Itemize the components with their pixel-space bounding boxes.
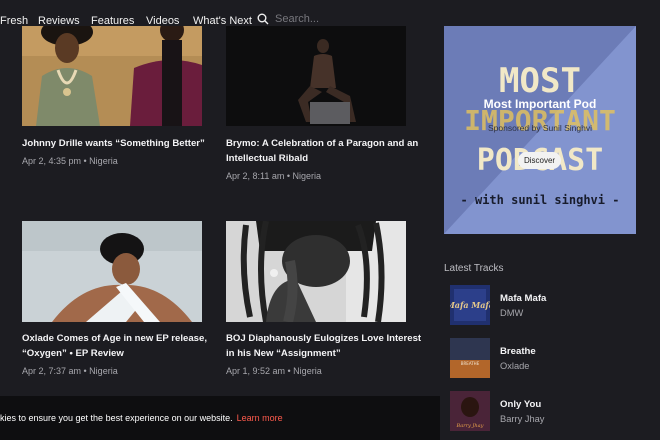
article-title-line[interactable]: BOJ Diaphanously Eulogizes Love Interest: [226, 333, 421, 344]
article-meta: Apr 2, 4:35 pm • Nigeria: [22, 156, 118, 166]
track-name[interactable]: Only You: [500, 399, 541, 410]
article-photo: [226, 26, 406, 126]
podcast-art-text: - with sunil singhvi -: [461, 193, 620, 207]
article-title-line[interactable]: in his New “Assignment”: [226, 348, 341, 359]
article-title[interactable]: Brymo: A Celebration of a Paragon and an…: [226, 136, 426, 166]
article-title-line[interactable]: Oxlade Comes of Age in new EP release,: [22, 333, 207, 344]
article-meta: Apr 2, 7:37 am • Nigeria: [22, 366, 118, 376]
article-image-brymo[interactable]: [226, 26, 406, 126]
track-artist[interactable]: Barry Jhay: [500, 414, 544, 424]
article-photo: [226, 221, 406, 322]
track-cover-art: Mafa Mafa: [450, 285, 490, 325]
track-cover-art: BREATHE: [450, 338, 490, 378]
latest-tracks-heading: Latest Tracks: [444, 263, 504, 274]
article-photo: [22, 26, 202, 126]
track-cover-mafa-mafa[interactable]: Mafa Mafa: [450, 285, 490, 325]
promo-subtitle: Sponsored by Sunil Singhvi: [488, 123, 592, 133]
search-box[interactable]: Search...: [257, 13, 319, 25]
track-name[interactable]: Breathe: [500, 346, 536, 357]
discover-button[interactable]: Discover: [518, 152, 561, 169]
track-name[interactable]: Mafa Mafa: [500, 293, 546, 304]
cover-text: Barry Jhay: [456, 423, 484, 429]
track-cover-only-you[interactable]: Barry Jhay: [450, 391, 490, 431]
article-meta: Apr 2, 8:11 am • Nigeria: [226, 171, 322, 181]
article-image-boj[interactable]: [226, 221, 406, 322]
cookie-text: kies to ensure you get the best experien…: [0, 413, 233, 423]
track-cover-breathe[interactable]: BREATHE: [450, 338, 490, 378]
article-photo: [22, 221, 202, 322]
track-cover-art: Barry Jhay: [450, 391, 490, 431]
cover-text: Mafa Mafa: [450, 300, 490, 310]
article-image-oxlade[interactable]: [22, 221, 202, 322]
article-title[interactable]: Johnny Drille wants “Something Better”: [22, 136, 212, 151]
podcast-art-text: MOST: [499, 61, 581, 101]
article-title-line[interactable]: “Oxygen” • EP Review: [22, 348, 124, 359]
search-placeholder[interactable]: Search...: [275, 13, 319, 25]
promo-title: Most Important Pod: [483, 97, 597, 111]
article-meta: Apr 1, 9:52 am • Nigeria: [226, 366, 322, 376]
track-artist[interactable]: DMW: [500, 308, 523, 318]
cover-text: BREATHE: [461, 361, 480, 366]
article-title[interactable]: BOJ Diaphanously Eulogizes Love Interest…: [226, 331, 426, 361]
learn-more-link[interactable]: Learn more: [237, 413, 283, 423]
search-icon: [257, 13, 269, 25]
article-title-line[interactable]: Johnny Drille wants “Something Better”: [22, 138, 205, 149]
article-image-johnny-drille[interactable]: [22, 26, 202, 126]
article-title-line[interactable]: Brymo: A Celebration of a Paragon and an: [226, 138, 418, 149]
podcast-promo-card[interactable]: MOST IMPORTANT PODCAST - with sunil sing…: [444, 26, 636, 234]
track-artist[interactable]: Oxlade: [500, 361, 529, 371]
cookie-banner: kies to ensure you get the best experien…: [0, 396, 440, 440]
article-title-line[interactable]: Intellectual Ribald: [226, 153, 308, 164]
article-title[interactable]: Oxlade Comes of Age in new EP release, “…: [22, 331, 222, 361]
